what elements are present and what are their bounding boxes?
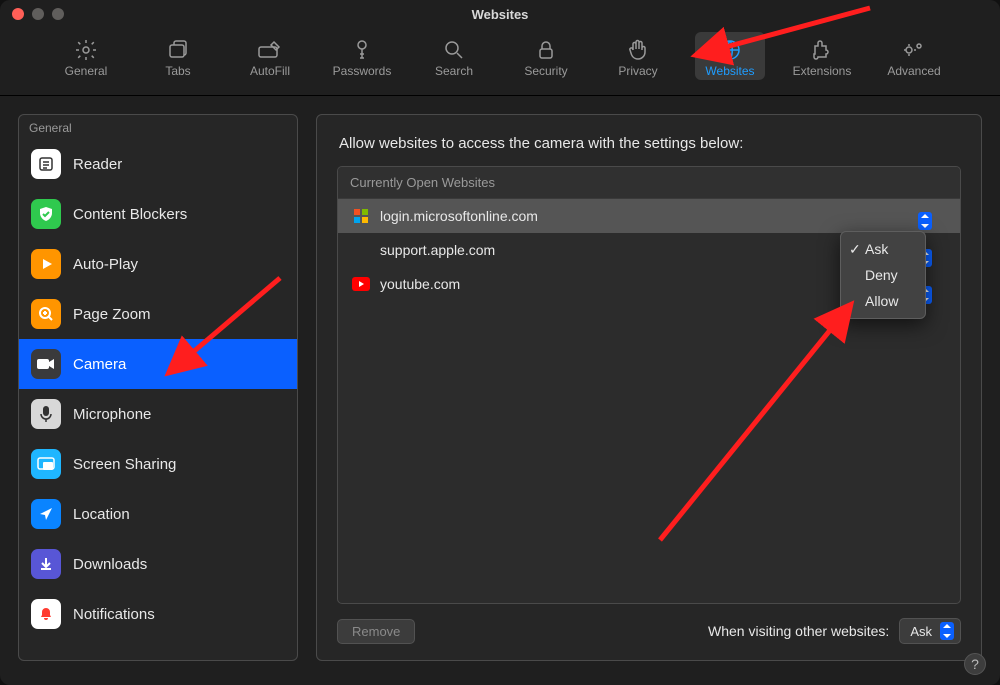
lock-icon: [534, 36, 558, 64]
dropdown-option-allow[interactable]: Allow: [841, 288, 925, 314]
toolbar-privacy[interactable]: Privacy: [603, 32, 673, 80]
sidebar-item-content-blockers[interactable]: Content Blockers: [19, 189, 297, 239]
category-sidebar: General Reader Content Blockers Auto-Pla…: [18, 114, 298, 661]
panel-footer: Remove When visiting other websites: Ask: [337, 618, 961, 644]
sidebar-label: Page Zoom: [73, 306, 151, 323]
search-icon: [442, 36, 466, 64]
settings-detail-panel: Allow websites to access the camera with…: [316, 114, 982, 661]
toolbar-label: Search: [435, 64, 473, 78]
camera-icon: [31, 349, 61, 379]
safari-preferences-window: Websites General Tabs AutoFill Password: [0, 0, 1000, 685]
shield-check-icon: [31, 199, 61, 229]
play-icon: [31, 249, 61, 279]
content-area: General Reader Content Blockers Auto-Pla…: [0, 96, 1000, 685]
toolbar-extensions[interactable]: Extensions: [787, 32, 857, 80]
sidebar-item-microphone[interactable]: Microphone: [19, 389, 297, 439]
gears-icon: [901, 36, 927, 64]
sidebar-section-header: General: [19, 115, 297, 139]
hand-icon: [626, 36, 650, 64]
gear-icon: [74, 36, 98, 64]
default-permission-label: When visiting other websites:: [708, 623, 889, 639]
toolbar-label: General: [65, 64, 108, 78]
toolbar-label: Tabs: [165, 64, 190, 78]
titlebar: Websites: [0, 0, 1000, 28]
sidebar-item-screen-sharing[interactable]: Screen Sharing: [19, 439, 297, 489]
reader-icon: [31, 149, 61, 179]
sidebar-item-camera[interactable]: Camera: [19, 339, 297, 389]
apple-icon: [352, 241, 370, 259]
sidebar-item-notifications[interactable]: Notifications: [19, 589, 297, 639]
permission-dropdown-menu: Ask Deny Allow: [840, 231, 926, 319]
sidebar-label: Location: [73, 506, 130, 523]
dropdown-option-ask[interactable]: Ask: [841, 236, 925, 262]
toolbar-label: Extensions: [793, 64, 852, 78]
panel-description: Allow websites to access the camera with…: [339, 135, 959, 152]
toolbar-security[interactable]: Security: [511, 32, 581, 80]
tabs-icon: [166, 36, 190, 64]
sidebar-label: Screen Sharing: [73, 456, 176, 473]
toolbar-autofill[interactable]: AutoFill: [235, 32, 305, 80]
websites-list: Currently Open Websites login.microsofto…: [337, 166, 961, 604]
permission-select-indicator[interactable]: [918, 212, 932, 230]
default-permission-select[interactable]: Ask: [899, 618, 961, 644]
puzzle-icon: [810, 36, 834, 64]
sidebar-item-page-zoom[interactable]: Page Zoom: [19, 289, 297, 339]
youtube-icon: [352, 275, 370, 293]
window-title: Websites: [0, 7, 1000, 22]
toolbar-search[interactable]: Search: [419, 32, 489, 80]
default-permission-control: When visiting other websites: Ask: [708, 618, 961, 644]
zoom-icon: [31, 299, 61, 329]
bell-icon: [31, 599, 61, 629]
sidebar-label: Auto-Play: [73, 256, 138, 273]
website-domain: youtube.com: [380, 276, 460, 292]
sidebar-item-location[interactable]: Location: [19, 489, 297, 539]
toolbar-label: Advanced: [887, 64, 940, 78]
pencil-rect-icon: [257, 36, 283, 64]
screen-sharing-icon: [31, 449, 61, 479]
download-icon: [31, 549, 61, 579]
list-section-header: Currently Open Websites: [338, 167, 960, 199]
toolbar-label: Privacy: [618, 64, 657, 78]
toolbar-general[interactable]: General: [51, 32, 121, 80]
toolbar-label: Passwords: [333, 64, 392, 78]
toolbar-websites[interactable]: Websites: [695, 32, 765, 80]
toolbar-passwords[interactable]: Passwords: [327, 32, 397, 80]
sidebar-label: Microphone: [73, 406, 151, 423]
sidebar-item-downloads[interactable]: Downloads: [19, 539, 297, 589]
sidebar-label: Content Blockers: [73, 206, 187, 223]
microphone-icon: [31, 399, 61, 429]
help-button[interactable]: ?: [964, 653, 986, 675]
preferences-toolbar: General Tabs AutoFill Passwords Search: [0, 28, 1000, 96]
toolbar-advanced[interactable]: Advanced: [879, 32, 949, 80]
website-row[interactable]: login.microsoftonline.com: [338, 199, 960, 233]
sidebar-label: Notifications: [73, 606, 155, 623]
sidebar-item-reader[interactable]: Reader: [19, 139, 297, 189]
default-permission-value: Ask: [910, 624, 932, 639]
key-icon: [350, 36, 374, 64]
globe-icon: [718, 36, 742, 64]
sidebar-label: Reader: [73, 156, 122, 173]
sidebar-item-auto-play[interactable]: Auto-Play: [19, 239, 297, 289]
toolbar-label: AutoFill: [250, 64, 290, 78]
dropdown-option-deny[interactable]: Deny: [841, 262, 925, 288]
toolbar-label: Security: [524, 64, 567, 78]
sidebar-label: Camera: [73, 356, 126, 373]
website-domain: support.apple.com: [380, 242, 495, 258]
remove-button[interactable]: Remove: [337, 619, 415, 644]
website-domain: login.microsoftonline.com: [380, 208, 538, 224]
toolbar-label: Websites: [705, 64, 754, 78]
microsoft-icon: [352, 207, 370, 225]
sidebar-label: Downloads: [73, 556, 147, 573]
chevron-updown-icon: [940, 622, 954, 640]
location-arrow-icon: [31, 499, 61, 529]
toolbar-tabs[interactable]: Tabs: [143, 32, 213, 80]
